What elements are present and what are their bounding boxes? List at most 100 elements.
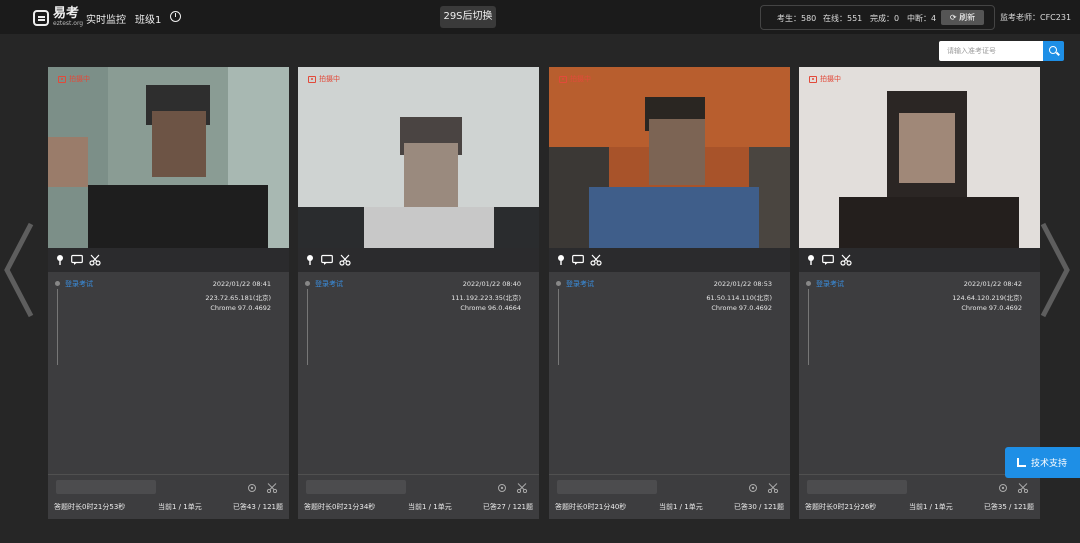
camera-icon <box>809 75 817 83</box>
recording-label: 拍摄中 <box>570 75 591 83</box>
browser-version: Chrome 97.0.4692 <box>961 304 1022 312</box>
status-label: 登录考试 <box>816 280 844 288</box>
status-label: 登录考试 <box>566 280 594 288</box>
scissors-icon[interactable] <box>89 254 101 266</box>
answered-count: 已答27 / 121题 <box>482 503 533 511</box>
timer-icon[interactable] <box>170 11 181 22</box>
ip-address: 111.192.223.35(北京) <box>451 294 521 302</box>
logo: 易考 eztest.org <box>33 6 84 27</box>
capture-icon[interactable] <box>266 483 278 493</box>
browser-version: Chrome 97.0.4692 <box>711 304 772 312</box>
status-dot <box>55 281 60 286</box>
answered-count: 已答30 / 121题 <box>733 503 784 511</box>
webcam-feed[interactable]: 拍摄中 <box>799 67 1040 248</box>
webcam-feed[interactable]: 拍摄中 <box>549 67 790 248</box>
logo-name: 易考 <box>53 6 80 21</box>
scissors-icon[interactable] <box>840 254 852 266</box>
answer-duration: 答题时长0时21分34秒 <box>304 503 376 511</box>
message-icon[interactable] <box>572 254 584 266</box>
logo-domain: eztest.org <box>53 20 84 27</box>
pin-icon[interactable] <box>555 254 567 266</box>
card-toolbar <box>298 248 539 272</box>
capture-icon[interactable] <box>516 483 528 493</box>
examinee-card: 拍摄中 登录考试 2022/01/22 08:40 111.192.223.35… <box>298 67 539 519</box>
current-unit: 当前1 / 1单元 <box>158 503 202 511</box>
timeline-line <box>808 289 809 365</box>
examinee-id-blurred <box>807 480 907 494</box>
nav-live-monitor[interactable]: 实时监控 <box>86 11 126 26</box>
recording-indicator: 拍摄中 <box>308 74 340 84</box>
recording-indicator: 拍摄中 <box>559 74 591 84</box>
examinee-id-blurred <box>306 480 406 494</box>
message-icon[interactable] <box>321 254 333 266</box>
login-datetime: 2022/01/22 08:53 <box>713 280 772 288</box>
timeline-line <box>307 289 308 365</box>
pin-icon[interactable] <box>54 254 66 266</box>
capture-icon[interactable] <box>767 483 779 493</box>
status-label: 登录考试 <box>65 280 93 288</box>
answered-count: 已答35 / 121题 <box>983 503 1034 511</box>
screen-view-icon[interactable] <box>997 483 1009 493</box>
tech-support-label: 技术支持 <box>1031 459 1068 469</box>
support-icon <box>1017 458 1026 467</box>
answered-count: 已答43 / 121题 <box>232 503 283 511</box>
camera-icon <box>308 75 316 83</box>
answer-duration: 答题时长0时21分26秒 <box>805 503 877 511</box>
nav-class-selector[interactable]: 班级1 <box>135 11 161 26</box>
stat-interrupted: 中断：4 <box>907 14 937 23</box>
webcam-feed[interactable]: 拍摄中 <box>298 67 539 248</box>
screen-view-icon[interactable] <box>747 483 759 493</box>
auto-switch-button[interactable]: 29S后切换 <box>440 6 496 28</box>
current-unit: 当前1 / 1单元 <box>659 503 703 511</box>
timeline-line <box>57 289 58 365</box>
stats-panel: 考生：580 在线：551 完成：0 中断：4 ⟳ 刷新 <box>760 5 995 30</box>
scissors-icon[interactable] <box>590 254 602 266</box>
examinee-card: 拍摄中 登录考试 2022/01/22 08:41 223.72.65.181(… <box>48 67 289 519</box>
recording-indicator: 拍摄中 <box>809 74 841 84</box>
message-icon[interactable] <box>822 254 834 266</box>
camera-icon <box>58 75 66 83</box>
capture-icon[interactable] <box>1017 483 1029 493</box>
current-unit: 当前1 / 1单元 <box>909 503 953 511</box>
status-dot <box>556 281 561 286</box>
status-dot <box>305 281 310 286</box>
recording-label: 拍摄中 <box>69 75 90 83</box>
examinee-id-blurred <box>56 480 156 494</box>
examinee-card: 拍摄中 登录考试 2022/01/22 08:53 61.50.114.110(… <box>549 67 790 519</box>
prev-arrow[interactable] <box>4 222 34 318</box>
answer-duration: 答题时长0时21分40秒 <box>555 503 627 511</box>
login-datetime: 2022/01/22 08:41 <box>212 280 271 288</box>
timeline-line <box>558 289 559 365</box>
tech-support-button[interactable]: 技术支持 <box>1005 447 1080 478</box>
ip-address: 124.64.120.219(北京) <box>952 294 1022 302</box>
stat-online: 在线：551 <box>823 14 863 23</box>
screen-view-icon[interactable] <box>246 483 258 493</box>
message-icon[interactable] <box>71 254 83 266</box>
logo-icon <box>33 9 49 26</box>
search-button[interactable] <box>1043 41 1064 61</box>
pin-icon[interactable] <box>304 254 316 266</box>
pin-icon[interactable] <box>805 254 817 266</box>
card-toolbar <box>48 248 289 272</box>
examinee-id-blurred <box>557 480 657 494</box>
stat-examinees: 考生：580 <box>777 14 817 23</box>
current-unit: 当前1 / 1单元 <box>408 503 452 511</box>
scissors-icon[interactable] <box>339 254 351 266</box>
refresh-label: 刷新 <box>959 13 976 22</box>
ticket-search-input[interactable] <box>939 41 1043 61</box>
proctor-label: 监考老师：CFC231 <box>1000 13 1072 22</box>
webcam-feed[interactable]: 拍摄中 <box>48 67 289 248</box>
screen-view-icon[interactable] <box>496 483 508 493</box>
recording-label: 拍摄中 <box>319 75 340 83</box>
ip-address: 61.50.114.110(北京) <box>706 294 772 302</box>
next-arrow[interactable] <box>1040 222 1070 318</box>
recording-label: 拍摄中 <box>820 75 841 83</box>
divider <box>48 474 289 475</box>
refresh-icon: ⟳ <box>949 13 957 22</box>
stat-completed: 完成：0 <box>870 14 900 23</box>
login-datetime: 2022/01/22 08:40 <box>462 280 521 288</box>
refresh-button[interactable]: ⟳ 刷新 <box>941 10 984 25</box>
ip-address: 223.72.65.181(北京) <box>205 294 271 302</box>
top-bar: 易考 eztest.org 实时监控 班级1 29S后切换 考生：580 在线：… <box>0 0 1080 34</box>
card-toolbar <box>799 248 1040 272</box>
